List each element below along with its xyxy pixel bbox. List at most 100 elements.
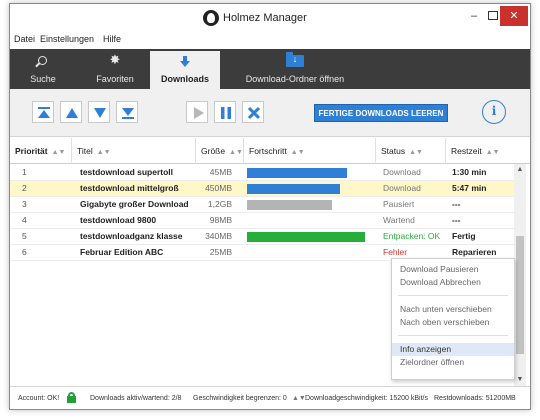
scroll-down-icon[interactable]: ▼ [514,374,526,386]
app-logo-icon [203,10,219,26]
scroll-up-icon[interactable]: ▲ [514,164,526,176]
menu-einstellungen[interactable]: Einstellungen [40,34,94,44]
vertical-scrollbar[interactable]: ▲ ▼ [514,164,526,386]
menu-bar: Datei Einstellungen Hilfe [10,32,530,48]
account-status: Account: OK! [18,395,60,402]
header-label: Größe [201,146,226,156]
cell-title: testdownload 9800 [80,215,157,225]
cancel-download-button[interactable] [242,101,264,123]
sort-icon: ▲▼ [96,149,111,156]
cell-progress [247,229,373,245]
cell-size: 340MB [205,231,232,241]
cell-progress [247,197,373,213]
tab-suche[interactable]: Suche [12,49,74,89]
title-bar: Holmez Manager – ✕ [10,4,530,32]
move-up-button[interactable] [60,101,82,123]
header-groesse[interactable]: Größe ▲▼ [196,138,244,164]
download-arrow-icon [180,56,190,67]
sort-icon: ▲▼ [290,149,305,156]
status-bar: Account: OK! Downloads aktiv/wartend: 2/… [10,386,530,409]
close-button[interactable]: ✕ [500,6,528,26]
context-menu-item[interactable]: Download Abbrechen [392,276,514,289]
context-menu-item[interactable]: Nach unten verschieben [392,303,514,316]
move-to-bottom-button[interactable] [116,101,138,123]
cell-restzeit: 1:30 min [452,167,487,177]
arrow-up-icon [66,108,78,118]
cell-title: testdownload mittelgroß [80,183,179,193]
move-top-icon [38,107,50,118]
tab-downloads[interactable]: Downloads [150,51,220,89]
header-label: Restzeit [451,146,482,156]
tab-label: Download-Ordner öffnen [245,74,345,84]
cell-status: Wartend [383,215,415,225]
table-row[interactable]: 2 testdownload mittelgroß 450MB Download 5:4… [10,181,514,197]
table-row[interactable]: 3 Gigabyte großer Download 1,2GB Pausiert --… [10,197,514,213]
header-prioritaet[interactable]: Priorität ▲▼ [10,138,72,164]
cell-status: Entpacken: OK [383,231,441,241]
cell-restzeit: --- [452,199,461,209]
minimize-button[interactable]: – [466,6,482,26]
maximize-button[interactable] [484,6,500,26]
cell-size: 98MB [209,215,232,225]
search-icon [38,56,47,65]
window-title: Holmez Manager [223,12,307,24]
menu-separator [398,335,508,336]
cell-restzeit: 5:47 min [452,183,487,193]
speed-limit-stepper[interactable]: ▲▼ [292,395,306,402]
pause-button[interactable] [214,101,236,123]
cell-title: Gigabyte großer Download [80,199,189,209]
cell-priority: 3 [22,199,27,209]
menu-separator [398,295,508,296]
context-menu-item[interactable]: Download Pausieren [392,263,514,276]
header-titel[interactable]: Titel ▲▼ [72,138,196,164]
tab-favoriten[interactable]: ✸ Favoriten [80,49,150,89]
context-menu-item[interactable]: Info anzeigen [392,343,514,356]
play-button[interactable] [186,101,208,123]
cell-priority: 5 [22,231,27,241]
header-restzeit[interactable]: Restzeit ▲▼ [446,138,514,164]
move-to-top-button[interactable] [32,101,54,123]
cell-priority: 1 [22,167,27,177]
tab-label: Favoriten [96,74,134,84]
table-row[interactable]: 5 testdownloadganz klasse 340MB Entpacken: … [10,229,514,245]
cell-restzeit: --- [452,215,461,225]
context-menu-item[interactable]: Zielordner öffnen [392,356,514,369]
context-menu-item[interactable]: Nach oben verschieben [392,316,514,329]
header-label: Titel [77,146,93,156]
menu-datei[interactable]: Datei [14,34,35,44]
context-menu: Download Pausieren Download Abbrechen Nach… [391,258,515,380]
cell-title: testdownloadganz klasse [80,231,183,241]
cell-priority: 2 [22,183,27,193]
cell-size: 450MB [205,183,232,193]
progress-bar [247,184,340,194]
scroll-thumb[interactable] [516,236,524,354]
sort-icon: ▲▼ [409,149,423,156]
info-icon[interactable]: i [482,100,506,124]
download-speed: Downloadgeschwindigkeit: 15200 kBit/s [305,395,428,402]
downloads-count: Downloads aktiv/wartend: 2/8 [90,395,182,402]
table-row[interactable]: 1 testdownload supertoll 45MB Download 1:30 … [10,165,514,181]
clear-finished-button[interactable]: FERTIGE DOWNLOADS LEEREN [314,104,448,122]
tab-download-ordner[interactable]: Download-Ordner öffnen [236,49,354,89]
move-bottom-icon [122,108,134,119]
progress-bar [247,168,347,178]
cell-progress [247,181,373,197]
menu-hilfe[interactable]: Hilfe [103,34,121,44]
remaining-downloads: Restdownloads: 51200MB [434,395,516,402]
cell-size: 45MB [209,167,232,177]
header-status[interactable]: Status ▲▼ [376,138,446,164]
table-row[interactable]: 4 testdownload 9800 98MB Wartend --- [10,213,514,229]
lock-icon [67,392,76,403]
table-header: Priorität ▲▼ Titel ▲▼ Größe ▲▼ Fortschritt ▲… [10,138,530,164]
sort-icon: ▲▼ [51,149,66,156]
cell-status: Download [383,167,421,177]
cell-status: Download [383,183,421,193]
cell-progress [247,213,373,229]
arrow-down-icon [94,108,106,118]
cell-size: 25MB [209,247,232,257]
move-down-button[interactable] [88,101,110,123]
cell-restzeit: Fertig [452,231,476,241]
header-fortschritt[interactable]: Fortschritt ▲▼ [244,138,376,164]
cell-priority: 4 [22,215,27,225]
header-label: Status [381,146,406,156]
